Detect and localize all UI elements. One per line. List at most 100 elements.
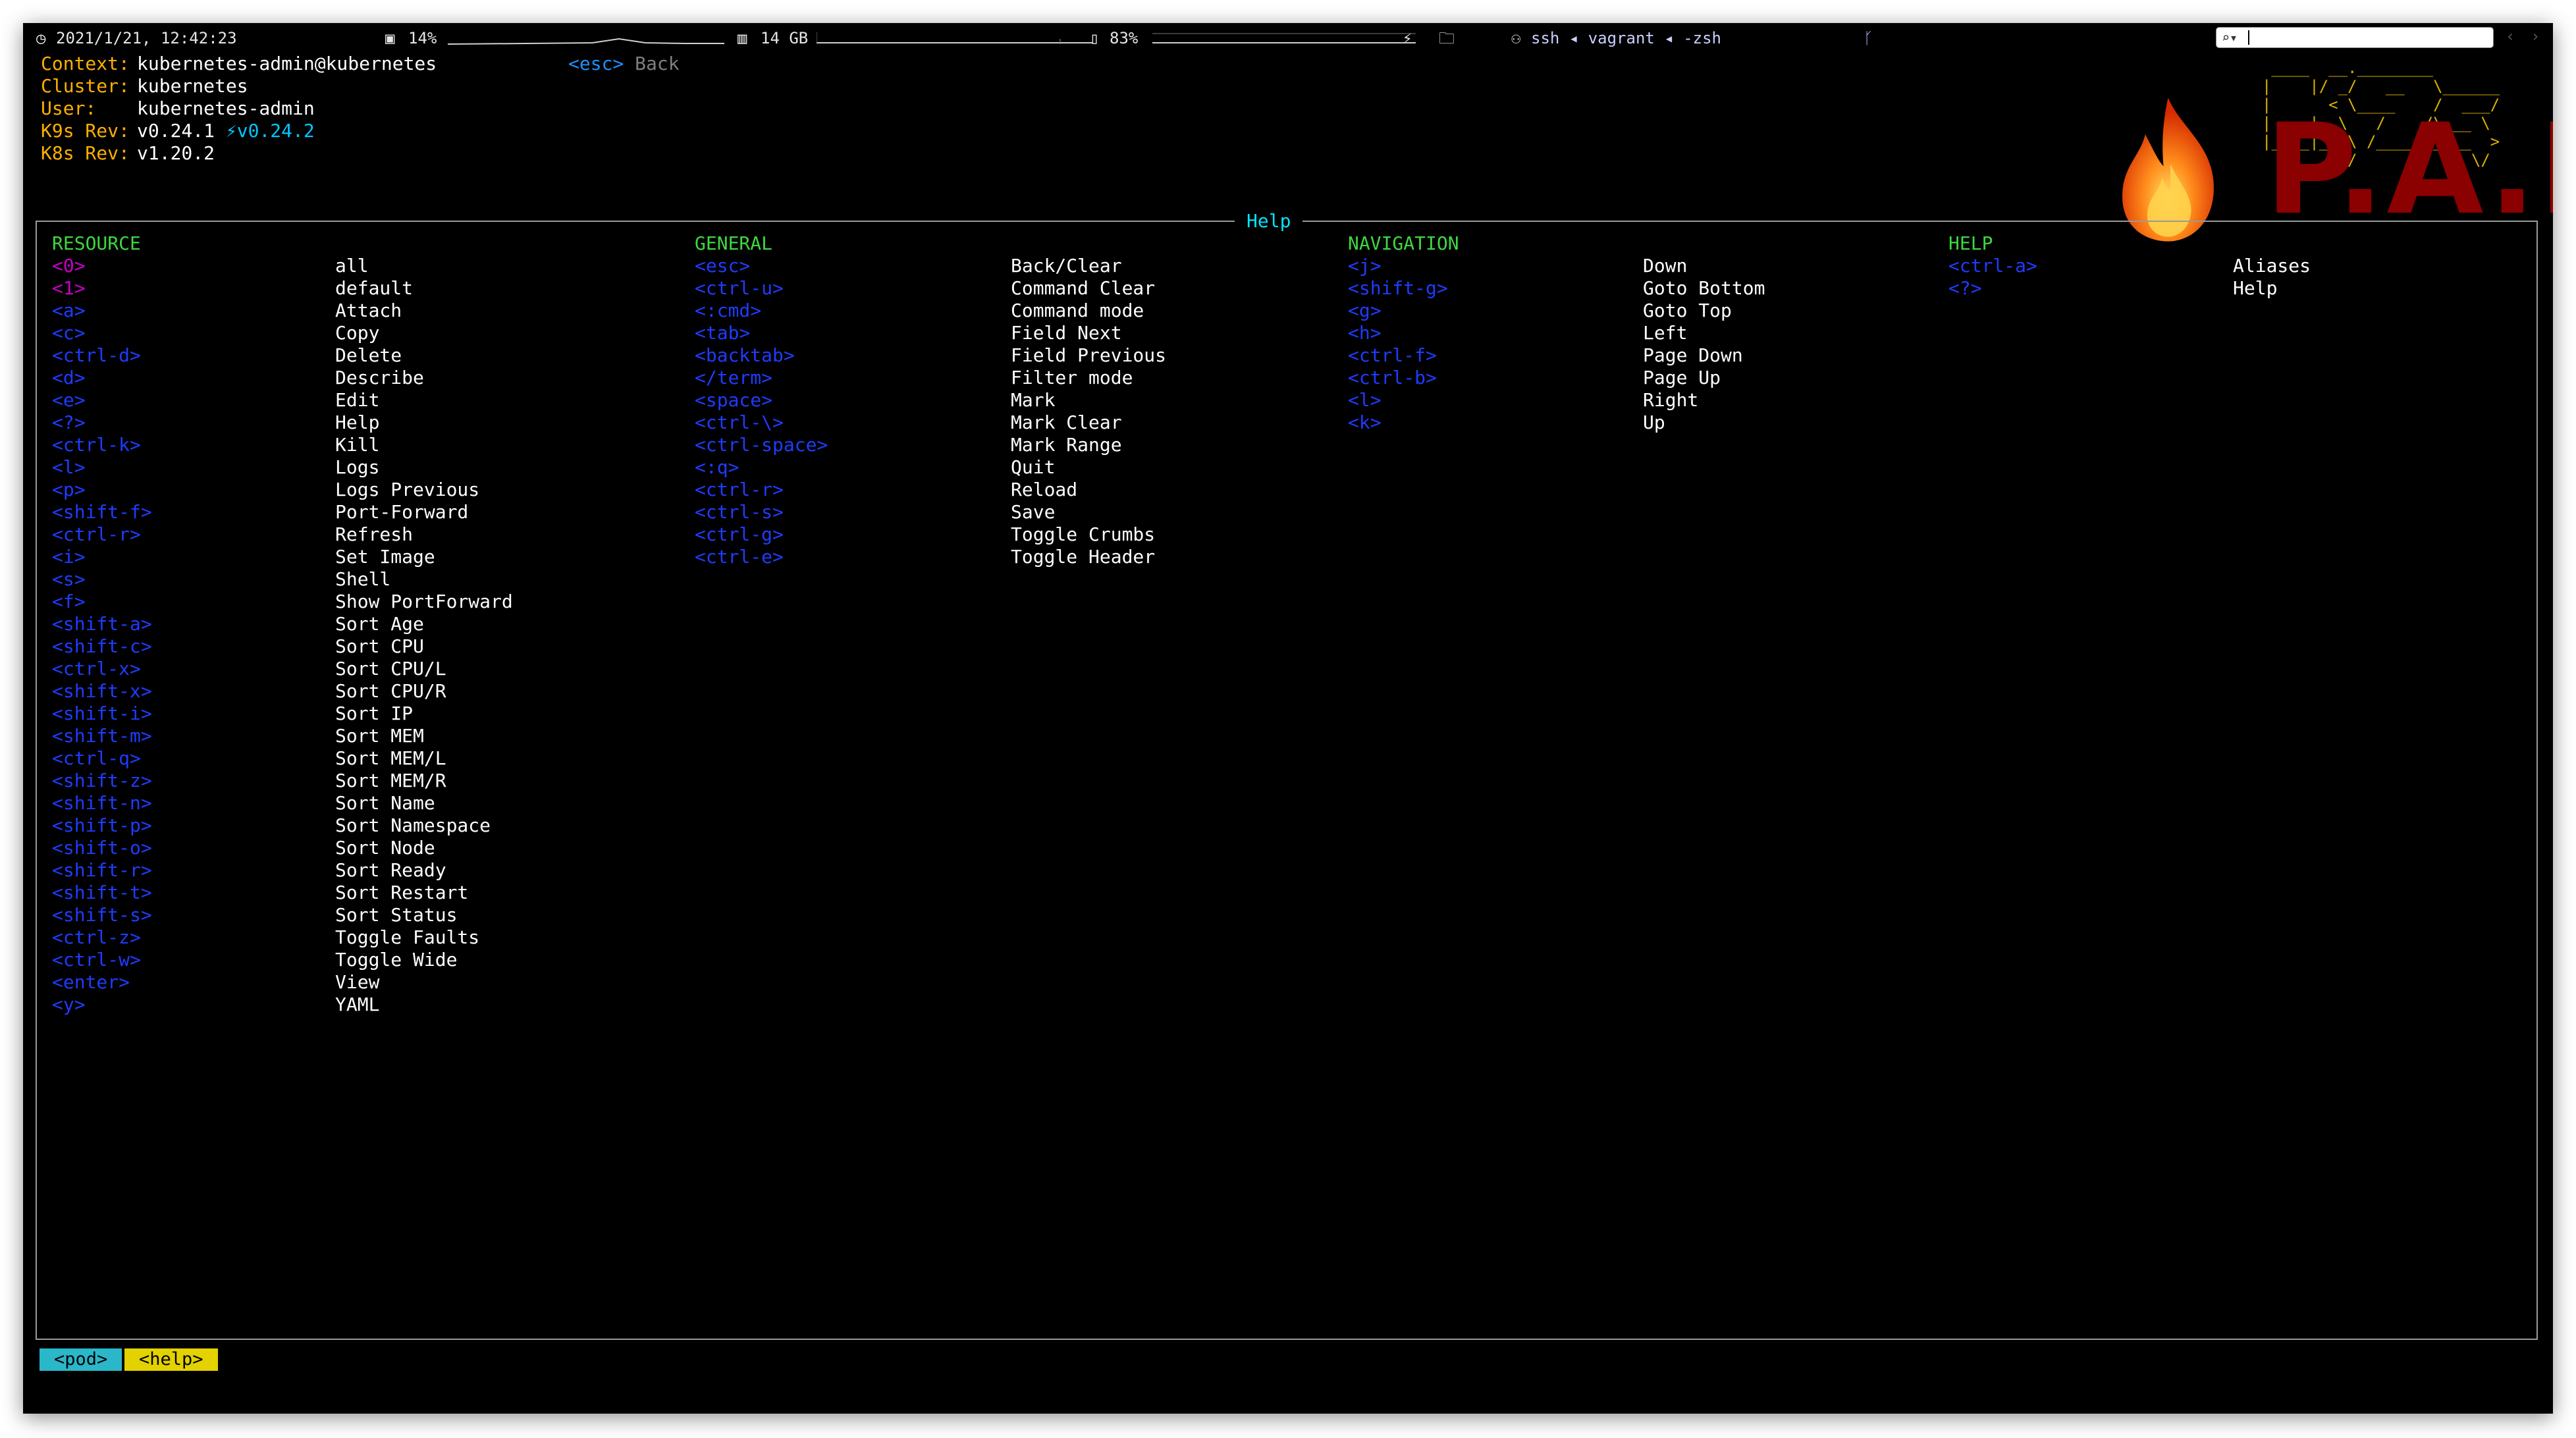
previous-arrow-icon[interactable]: ‹	[2506, 27, 2515, 45]
shortcut-description: Shell	[335, 568, 391, 590]
cluster-label: Cluster:	[41, 75, 130, 97]
shortcut-description: Sort MEM/R	[335, 770, 446, 791]
status-cpu: 14%	[408, 29, 437, 47]
shortcut-key: <ctrl-z>	[52, 926, 141, 948]
hint-desc: Back	[635, 53, 680, 74]
k9s-update-badge: ⚡v0.24.2	[225, 120, 315, 142]
shortcut-key: <d>	[52, 367, 86, 388]
shortcut-description: Delete	[335, 344, 402, 366]
help-shortcut-row: <?> Help	[1948, 277, 2311, 300]
shortcut-description: Goto Bottom	[1643, 277, 1765, 299]
shortcut-key: <ctrl-r>	[695, 479, 784, 500]
memory-sparkline	[817, 32, 1093, 44]
shortcut-key: <h>	[1348, 322, 1382, 344]
status-memory: 14 GB	[761, 29, 809, 47]
shortcut-key: <s>	[52, 568, 86, 590]
resource-shortcut-row: <ctrl-d> Delete	[52, 344, 513, 367]
shortcut-key: <shift-x>	[52, 680, 152, 702]
navigation-list: <j> Down <shift-g> Goto Bottom <g> Goto Top <h…	[1348, 255, 1765, 434]
shortcut-description: Sort Name	[335, 792, 435, 814]
shortcut-description: Logs Previous	[335, 479, 480, 500]
general-shortcut-row: <esc> Back/Clear	[695, 255, 1166, 277]
resource-shortcut-row: <shift-s> Sort Status	[52, 904, 513, 926]
shortcut-description: Sort CPU/L	[335, 658, 446, 679]
resource-shortcut-row: <ctrl-w> Toggle Wide	[52, 949, 513, 971]
resource-shortcut-row: <shift-z> Sort MEM/R	[52, 770, 513, 792]
shortcut-description: Toggle Faults	[335, 926, 480, 948]
shortcut-key: <ctrl-e>	[695, 546, 784, 568]
shortcut-key: <ctrl-\>	[695, 412, 784, 433]
shortcut-key: <shift-c>	[52, 635, 152, 657]
shortcut-description: Up	[1643, 412, 1665, 433]
memory-icon: ▥	[738, 29, 747, 47]
shortcut-key: <tab>	[695, 322, 751, 344]
resource-title: RESOURCE	[52, 232, 141, 254]
crumb-pod[interactable]: <pod>	[40, 1348, 122, 1371]
hint-key: <esc>	[568, 53, 624, 74]
shortcut-key: <a>	[52, 300, 86, 321]
branch-icon: ᚴ	[1864, 29, 1873, 47]
folder-icon[interactable]: 🗀	[1439, 28, 1455, 48]
shortcut-description: Attach	[335, 300, 402, 321]
shortcut-description: Sort Age	[335, 613, 424, 635]
shortcut-key: <ctrl-k>	[52, 434, 141, 456]
resource-column: RESOURCE <0> all <1> default <a> Attach <c> Cop…	[52, 232, 513, 1016]
navigation-shortcut-row: <l> Right	[1348, 389, 1765, 412]
shortcut-key: <shift-s>	[52, 904, 152, 926]
status-bar: ◷ 2021/1/21, 12:42:23 ▣ 14% ▥ 14 GB ▯ 83…	[23, 23, 2553, 53]
resource-shortcut-row: <a> Attach	[52, 300, 513, 322]
resource-shortcut-row: <e> Edit	[52, 389, 513, 412]
resource-shortcut-row: <p> Logs Previous	[52, 479, 513, 501]
k8s-rev-label: K8s Rev:	[41, 142, 130, 164]
shortcut-description: Command mode	[1011, 300, 1144, 321]
shortcut-description: Mark Clear	[1011, 412, 1122, 433]
resource-shortcut-row: <shift-t> Sort Restart	[52, 882, 513, 904]
k9s-rev-label: K9s Rev:	[41, 120, 130, 142]
shortcut-key: <ctrl-b>	[1348, 367, 1437, 388]
general-shortcut-row: <:q> Quit	[695, 456, 1166, 479]
resource-shortcut-row: <f> Show PortForward	[52, 591, 513, 613]
shortcut-description: Refresh	[335, 523, 414, 545]
shortcut-description: Edit	[335, 389, 380, 411]
help-shortcut-row: <ctrl-a> Aliases	[1948, 255, 2311, 277]
key-hint: <esc> Back	[568, 53, 680, 75]
resource-shortcut-row: <shift-m> Sort MEM	[52, 725, 513, 747]
shortcut-description: Sort IP	[335, 703, 414, 724]
search-field[interactable]: ⌕▾	[2216, 27, 2494, 48]
shortcut-key: <shift-p>	[52, 814, 152, 836]
shortcut-key: <ctrl-x>	[52, 658, 141, 679]
resource-shortcut-row: <shift-f> Port-Forward	[52, 501, 513, 523]
shortcut-description: default	[335, 277, 414, 299]
shortcut-key: <shift-r>	[52, 859, 152, 881]
resource-shortcut-row: <ctrl-q> Sort MEM/L	[52, 747, 513, 770]
shortcut-key: <space>	[695, 389, 773, 411]
resource-shortcut-row: <ctrl-x> Sort CPU/L	[52, 658, 513, 680]
user-label: User:	[41, 97, 97, 119]
shortcut-description: Sort Ready	[335, 859, 446, 881]
shortcut-key: <k>	[1348, 412, 1382, 433]
shortcut-description: Show PortForward	[335, 591, 513, 612]
shortcut-description: Reload	[1011, 479, 1078, 500]
shortcut-key: <shift-t>	[52, 882, 152, 903]
help-title: HELP	[1948, 232, 1993, 254]
next-arrow-icon[interactable]: ›	[2531, 27, 2540, 45]
shortcut-key: <ctrl-space>	[695, 434, 828, 456]
shortcut-key: <l>	[52, 456, 86, 478]
shortcut-description: Toggle Wide	[335, 949, 458, 971]
k8s-rev-value: v1.20.2	[137, 142, 215, 164]
navigation-shortcut-row: <shift-g> Goto Bottom	[1348, 277, 1765, 300]
navigation-title: NAVIGATION	[1348, 232, 1459, 254]
shortcut-description: Port-Forward	[335, 501, 469, 523]
cpu-icon: ▣	[385, 29, 395, 47]
resource-shortcut-row: <shift-a> Sort Age	[52, 613, 513, 635]
general-title: GENERAL	[695, 232, 773, 254]
shortcut-key: <ctrl-a>	[1948, 255, 2037, 277]
context-label: Context:	[41, 53, 130, 74]
crumb-help[interactable]: <help>	[124, 1348, 218, 1371]
resource-shortcut-row: <shift-i> Sort IP	[52, 703, 513, 725]
resource-shortcut-row: <shift-r> Sort Ready	[52, 859, 513, 882]
general-shortcut-row: <tab> Field Next	[695, 322, 1166, 344]
network-icon: ⚇	[1511, 29, 1521, 47]
shortcut-description: Copy	[335, 322, 380, 344]
navigation-shortcut-row: <ctrl-f> Page Down	[1348, 344, 1765, 367]
